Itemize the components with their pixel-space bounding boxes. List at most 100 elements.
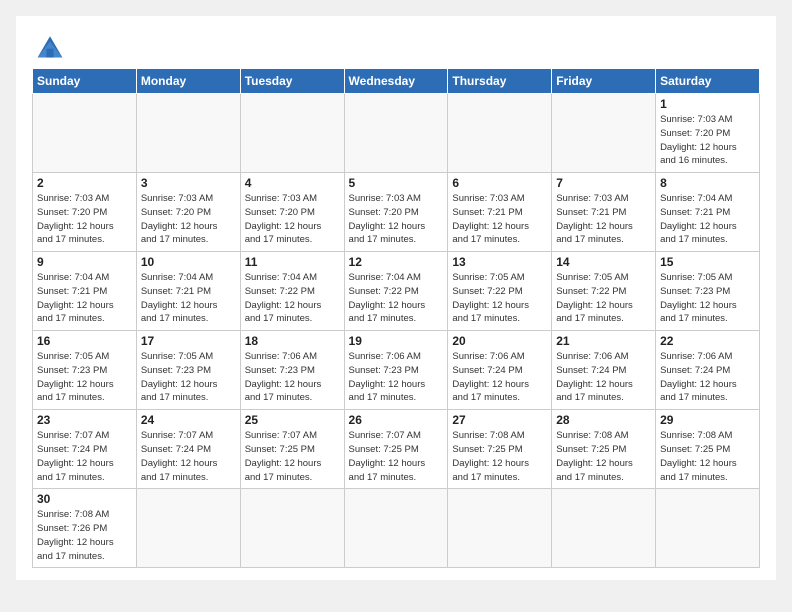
day-number: 11 (245, 255, 340, 269)
calendar-week-row: 1 Sunrise: 7:03 AM Sunset: 7:20 PM Daylig… (33, 94, 760, 173)
col-monday: Monday (136, 69, 240, 94)
day-number: 10 (141, 255, 236, 269)
day-sun-info: Sunrise: 7:06 AM Sunset: 7:24 PM Dayligh… (452, 350, 547, 405)
day-sun-info: Sunrise: 7:08 AM Sunset: 7:25 PM Dayligh… (452, 429, 547, 484)
calendar-cell: 9 Sunrise: 7:04 AM Sunset: 7:21 PM Daylig… (33, 252, 137, 331)
day-sun-info: Sunrise: 7:07 AM Sunset: 7:25 PM Dayligh… (349, 429, 444, 484)
day-number: 30 (37, 492, 132, 506)
calendar-cell: 19 Sunrise: 7:06 AM Sunset: 7:23 PM Dayli… (344, 331, 448, 410)
day-number: 20 (452, 334, 547, 348)
day-number: 24 (141, 413, 236, 427)
day-number: 9 (37, 255, 132, 269)
calendar-week-row: 9 Sunrise: 7:04 AM Sunset: 7:21 PM Daylig… (33, 252, 760, 331)
calendar-cell (552, 489, 656, 568)
day-sun-info: Sunrise: 7:05 AM Sunset: 7:23 PM Dayligh… (660, 271, 755, 326)
day-number: 12 (349, 255, 444, 269)
day-sun-info: Sunrise: 7:07 AM Sunset: 7:24 PM Dayligh… (37, 429, 132, 484)
calendar-cell: 4Sunrise: 7:03 AM Sunset: 7:20 PM Daylig… (240, 173, 344, 252)
day-number: 19 (349, 334, 444, 348)
day-sun-info: Sunrise: 7:08 AM Sunset: 7:26 PM Dayligh… (37, 508, 132, 563)
calendar-cell (448, 489, 552, 568)
day-sun-info: Sunrise: 7:06 AM Sunset: 7:24 PM Dayligh… (556, 350, 651, 405)
day-number: 8 (660, 176, 755, 190)
col-wednesday: Wednesday (344, 69, 448, 94)
calendar-cell: 25 Sunrise: 7:07 AM Sunset: 7:25 PM Dayli… (240, 410, 344, 489)
calendar-week-row: 30 Sunrise: 7:08 AM Sunset: 7:26 PM Dayli… (33, 489, 760, 568)
calendar-table: Sunday Monday Tuesday Wednesday Thursday… (32, 68, 760, 568)
day-number: 4 (245, 176, 340, 190)
day-number: 29 (660, 413, 755, 427)
calendar-cell: 5 Sunrise: 7:03 AM Sunset: 7:20 PM Daylig… (344, 173, 448, 252)
day-sun-info: Sunrise: 7:04 AM Sunset: 7:21 PM Dayligh… (37, 271, 132, 326)
calendar-cell: 10Sunrise: 7:04 AM Sunset: 7:21 PM Dayli… (136, 252, 240, 331)
day-number: 15 (660, 255, 755, 269)
day-number: 3 (141, 176, 236, 190)
calendar-cell (240, 94, 344, 173)
calendar-cell (33, 94, 137, 173)
calendar-cell: 28 Sunrise: 7:08 AM Sunset: 7:25 PM Dayli… (552, 410, 656, 489)
day-sun-info: Sunrise: 7:04 AM Sunset: 7:22 PM Dayligh… (349, 271, 444, 326)
day-number: 5 (349, 176, 444, 190)
col-thursday: Thursday (448, 69, 552, 94)
day-sun-info: Sunrise: 7:04 AM Sunset: 7:22 PM Dayligh… (245, 271, 340, 326)
logo-icon (34, 32, 66, 60)
calendar-cell (552, 94, 656, 173)
day-number: 27 (452, 413, 547, 427)
day-sun-info: Sunrise: 7:08 AM Sunset: 7:25 PM Dayligh… (556, 429, 651, 484)
day-sun-info: Sunrise: 7:06 AM Sunset: 7:23 PM Dayligh… (245, 350, 340, 405)
day-sun-info: Sunrise: 7:03 AM Sunset: 7:20 PM Dayligh… (141, 192, 236, 247)
day-number: 7 (556, 176, 651, 190)
calendar-cell: 26Sunrise: 7:07 AM Sunset: 7:25 PM Dayli… (344, 410, 448, 489)
day-sun-info: Sunrise: 7:07 AM Sunset: 7:25 PM Dayligh… (245, 429, 340, 484)
day-sun-info: Sunrise: 7:03 AM Sunset: 7:20 PM Dayligh… (37, 192, 132, 247)
day-sun-info: Sunrise: 7:06 AM Sunset: 7:23 PM Dayligh… (349, 350, 444, 405)
calendar-cell: 1 Sunrise: 7:03 AM Sunset: 7:20 PM Daylig… (656, 94, 760, 173)
calendar-cell: 18 Sunrise: 7:06 AM Sunset: 7:23 PM Dayli… (240, 331, 344, 410)
calendar-cell (136, 489, 240, 568)
day-number: 2 (37, 176, 132, 190)
calendar-cell: 29Sunrise: 7:08 AM Sunset: 7:25 PM Dayli… (656, 410, 760, 489)
header (32, 32, 760, 60)
calendar-cell: 16 Sunrise: 7:05 AM Sunset: 7:23 PM Dayli… (33, 331, 137, 410)
day-number: 13 (452, 255, 547, 269)
calendar-header-row: Sunday Monday Tuesday Wednesday Thursday… (33, 69, 760, 94)
calendar-cell: 6Sunrise: 7:03 AM Sunset: 7:21 PM Daylig… (448, 173, 552, 252)
calendar-cell (448, 94, 552, 173)
calendar-cell (344, 94, 448, 173)
logo (32, 32, 66, 60)
calendar-week-row: 16 Sunrise: 7:05 AM Sunset: 7:23 PM Dayli… (33, 331, 760, 410)
calendar-week-row: 2 Sunrise: 7:03 AM Sunset: 7:20 PM Daylig… (33, 173, 760, 252)
day-number: 28 (556, 413, 651, 427)
day-number: 21 (556, 334, 651, 348)
day-number: 16 (37, 334, 132, 348)
day-number: 25 (245, 413, 340, 427)
calendar-cell: 2 Sunrise: 7:03 AM Sunset: 7:20 PM Daylig… (33, 173, 137, 252)
calendar-page: Sunday Monday Tuesday Wednesday Thursday… (16, 16, 776, 580)
day-number: 14 (556, 255, 651, 269)
day-number: 23 (37, 413, 132, 427)
day-sun-info: Sunrise: 7:03 AM Sunset: 7:21 PM Dayligh… (556, 192, 651, 247)
calendar-cell: 27 Sunrise: 7:08 AM Sunset: 7:25 PM Dayli… (448, 410, 552, 489)
calendar-cell: 7 Sunrise: 7:03 AM Sunset: 7:21 PM Daylig… (552, 173, 656, 252)
day-sun-info: Sunrise: 7:07 AM Sunset: 7:24 PM Dayligh… (141, 429, 236, 484)
calendar-cell: 13Sunrise: 7:05 AM Sunset: 7:22 PM Dayli… (448, 252, 552, 331)
calendar-cell (656, 489, 760, 568)
calendar-cell (240, 489, 344, 568)
col-tuesday: Tuesday (240, 69, 344, 94)
calendar-week-row: 23 Sunrise: 7:07 AM Sunset: 7:24 PM Dayli… (33, 410, 760, 489)
col-friday: Friday (552, 69, 656, 94)
day-number: 1 (660, 97, 755, 111)
day-sun-info: Sunrise: 7:05 AM Sunset: 7:23 PM Dayligh… (37, 350, 132, 405)
day-number: 18 (245, 334, 340, 348)
col-sunday: Sunday (33, 69, 137, 94)
calendar-cell: 14Sunrise: 7:05 AM Sunset: 7:22 PM Dayli… (552, 252, 656, 331)
calendar-cell: 17Sunrise: 7:05 AM Sunset: 7:23 PM Dayli… (136, 331, 240, 410)
calendar-cell: 8Sunrise: 7:04 AM Sunset: 7:21 PM Daylig… (656, 173, 760, 252)
calendar-cell (344, 489, 448, 568)
day-sun-info: Sunrise: 7:03 AM Sunset: 7:20 PM Dayligh… (349, 192, 444, 247)
calendar-cell: 15 Sunrise: 7:05 AM Sunset: 7:23 PM Dayli… (656, 252, 760, 331)
day-sun-info: Sunrise: 7:03 AM Sunset: 7:20 PM Dayligh… (660, 113, 755, 168)
calendar-cell (136, 94, 240, 173)
calendar-cell: 22Sunrise: 7:06 AM Sunset: 7:24 PM Dayli… (656, 331, 760, 410)
day-number: 22 (660, 334, 755, 348)
